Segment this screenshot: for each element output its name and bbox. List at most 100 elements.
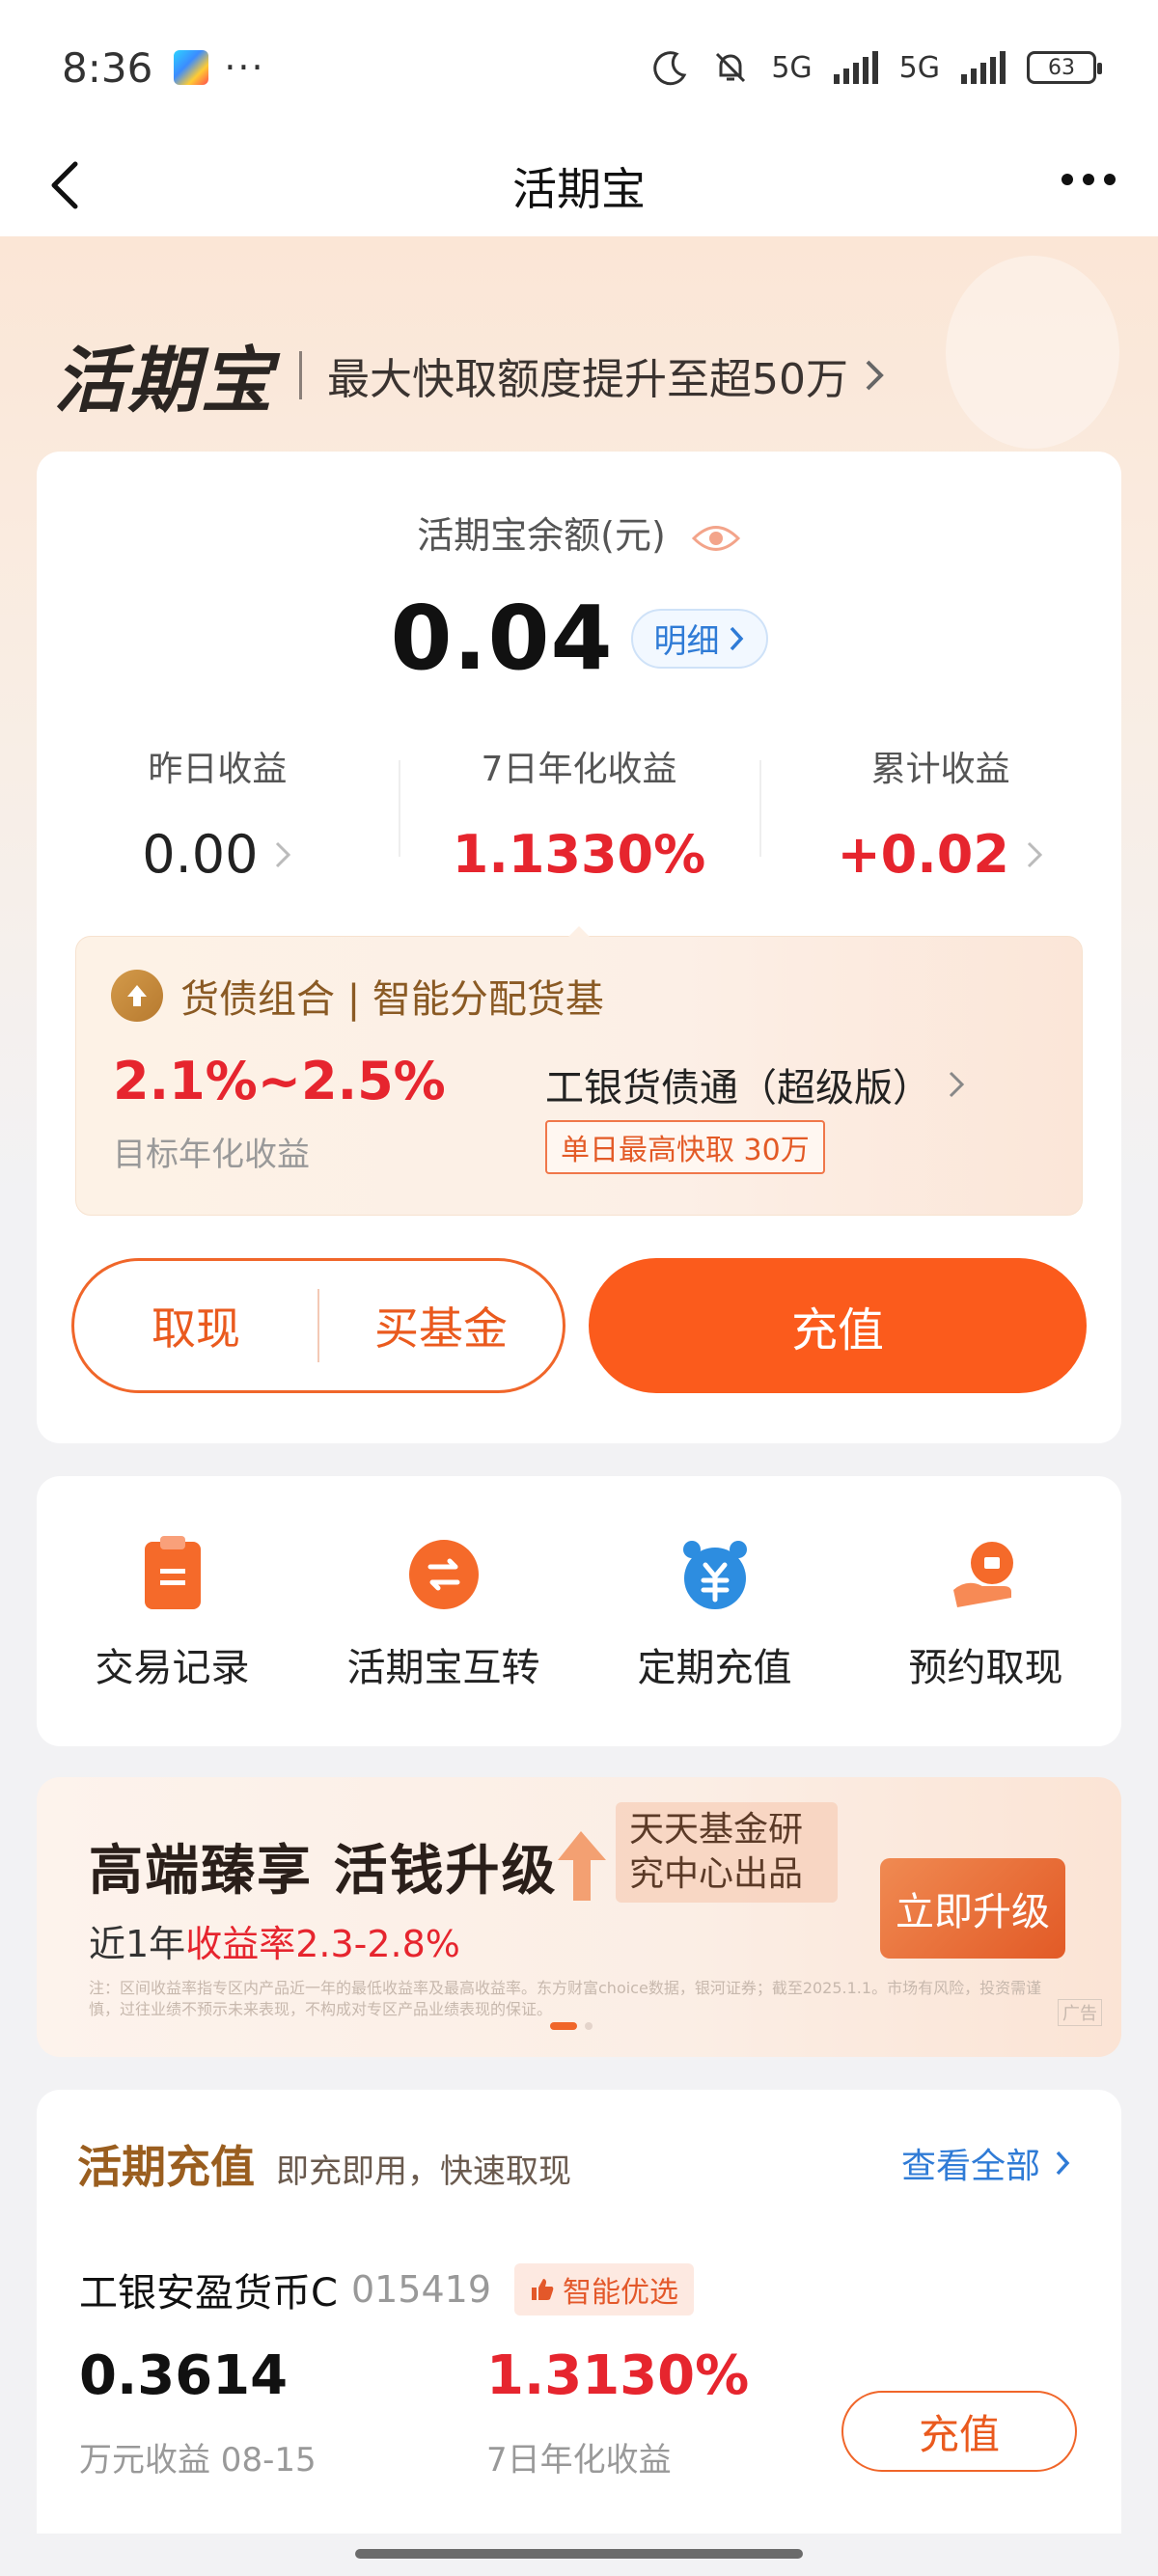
fund-7day-yield-label: 7日年化收益 <box>486 2441 672 2480</box>
network-label-2: 5G <box>898 50 940 85</box>
moneybag-decoration-icon <box>946 256 1119 449</box>
stat-value: 0.00 <box>142 824 259 885</box>
upgrade-button[interactable]: 立即升级 <box>880 1858 1065 1959</box>
combo-header: 货债组合 | 智能分配货基 <box>111 968 604 1024</box>
section-subtitle: 即充即用，快速取现 <box>276 2152 571 2191</box>
balance-label-row: 活期宝余额(元) <box>37 506 1121 559</box>
chevron-right-icon <box>866 360 884 390</box>
fund-charge-button[interactable]: 充值 <box>841 2391 1077 2472</box>
arrow-up-icon <box>111 970 163 1022</box>
mute-bell-icon <box>716 52 746 83</box>
eye-icon[interactable] <box>691 522 741 555</box>
quick-label: 定期充值 <box>637 1646 792 1690</box>
withdraw-buy-buttons: 取现 买基金 <box>71 1258 565 1393</box>
ad-label: 广告 <box>1058 1999 1102 2026</box>
quick-item-transactions[interactable]: 交易记录 <box>37 1476 308 1746</box>
quick-item-reserve-withdraw[interactable]: 预约取现 <box>850 1476 1121 1746</box>
signal-icon-1 <box>833 51 878 84</box>
balance-amount-row: 0.04 明细 <box>37 587 1121 690</box>
smart-pick-badge: 智能优选 <box>514 2263 694 2316</box>
view-all-link[interactable]: 查看全部 <box>901 2138 1071 2188</box>
stat-value: 1.1330% <box>452 824 706 885</box>
charge-button[interactable]: 充值 <box>589 1258 1087 1393</box>
fund-name-row[interactable]: 工银安盈货币C 015419 智能优选 <box>79 2261 694 2317</box>
hero-banner[interactable]: 活期宝 最大快取额度提升至超50万 <box>54 323 889 426</box>
quick-item-scheduled[interactable]: 定期充值 <box>579 1476 850 1746</box>
quick-actions: 交易记录 活期宝互转 定期充值 预约取现 <box>37 1476 1121 1746</box>
balance-label: 活期宝余额(元) <box>417 514 666 557</box>
transfer-icon <box>403 1534 484 1615</box>
back-arrow-icon[interactable] <box>39 156 96 214</box>
hero-divider <box>299 350 302 399</box>
hand-money-icon <box>946 1534 1027 1615</box>
stat-7day-yield: 7日年化收益 1.1330% <box>398 741 760 885</box>
promo-sub-highlight: 收益率2.3-2.8% <box>185 1923 460 1965</box>
nav-bar: 活期宝 <box>0 135 1158 236</box>
withdraw-button[interactable]: 取现 <box>74 1294 317 1357</box>
combo-fund-name: 工银货债通（超级版） <box>545 1056 966 1112</box>
promo-banner[interactable]: 高端臻享 活钱升级 天天基金研究中心出品 近1年收益率2.3-2.8% 立即升级… <box>37 1777 1121 2057</box>
app-store-icon <box>174 50 209 85</box>
quick-label: 交易记录 <box>95 1646 250 1690</box>
chevron-right-icon <box>949 1071 965 1098</box>
promo-subtitle: 近1年收益率2.3-2.8% <box>89 1914 460 1967</box>
network-label-1: 5G <box>771 50 813 85</box>
badge-label: 智能优选 <box>563 2276 678 2310</box>
chevron-right-icon <box>1056 2151 1070 2176</box>
quick-withdraw-badge: 单日最高快取 30万 <box>545 1120 825 1174</box>
earnings-stats: 昨日收益 0.00 7日年化收益 1.1330% 累计收益 +0.02 <box>37 741 1121 885</box>
fund-code: 015419 <box>350 2268 491 2311</box>
arrow-up-icon <box>558 1831 606 1901</box>
signal-icon-2 <box>961 51 1006 84</box>
promo-tag: 天天基金研究中心出品 <box>616 1802 838 1903</box>
chevron-right-icon <box>730 626 743 650</box>
home-indicator[interactable] <box>355 2549 803 2559</box>
quick-label: 活期宝互转 <box>346 1646 540 1690</box>
alarm-clock-yuan-icon <box>675 1534 756 1615</box>
battery-icon: 63 <box>1027 51 1102 84</box>
status-more-icon: ··· <box>224 46 265 89</box>
status-time: 8:36 <box>62 43 153 92</box>
status-bar: 8:36 ··· 5G 5G 63 <box>0 0 1158 135</box>
buy-fund-button[interactable]: 买基金 <box>319 1294 563 1357</box>
per-10k-earnings: 0.3614 <box>79 2344 289 2407</box>
chevron-right-icon <box>1027 841 1043 867</box>
view-all-label: 查看全部 <box>900 2147 1040 2186</box>
stat-value: +0.02 <box>837 824 1009 885</box>
promo-title: 高端臻享 活钱升级 <box>89 1840 558 1903</box>
stat-cumulative[interactable]: 累计收益 +0.02 <box>759 741 1121 885</box>
quick-label: 预约取现 <box>908 1646 1063 1690</box>
hero-slogan: 最大快取额度提升至超50万 <box>327 354 848 404</box>
stat-yesterday[interactable]: 昨日收益 0.00 <box>37 741 399 885</box>
quick-item-transfer[interactable]: 活期宝互转 <box>308 1476 579 1746</box>
fund-name: 工银安盈货币C <box>79 2271 338 2316</box>
carousel-dots <box>550 2022 593 2030</box>
promo-disclaimer: 注：区间收益率指专区内产品近一年的最低收益率及最高收益率。东方财富choice数… <box>89 1979 1042 2018</box>
moon-icon <box>653 51 687 86</box>
detail-label: 明细 <box>653 622 720 661</box>
balance-amount: 0.04 <box>390 587 614 690</box>
chevron-right-icon <box>276 841 291 867</box>
promo-sub-prefix: 近1年 <box>89 1923 186 1965</box>
combo-fund-label: 工银货债通（超级版） <box>545 1066 931 1110</box>
fund-7day-yield: 1.3130% <box>486 2344 750 2407</box>
combo-title: 货债组合 | 智能分配货基 <box>180 977 604 1022</box>
balance-card: 活期宝余额(元) 0.04 明细 昨日收益 0.00 7日年化收益 1.1330… <box>37 452 1121 1443</box>
section-header: 活期充值 即充即用，快速取现 <box>77 2132 571 2196</box>
page-title: 活期宝 <box>512 162 646 215</box>
combo-rate-label: 目标年化收益 <box>113 1136 310 1174</box>
per-10k-earnings-label: 万元收益 08-15 <box>79 2441 317 2480</box>
document-icon <box>132 1534 213 1615</box>
product-logo: 活期宝 <box>54 340 274 423</box>
stat-label: 7日年化收益 <box>481 750 677 789</box>
combo-rate: 2.1%~2.5% <box>113 1051 446 1111</box>
more-menu-icon[interactable] <box>1062 174 1116 185</box>
section-title: 活期充值 <box>77 2141 255 2193</box>
stat-label: 累计收益 <box>870 750 1010 789</box>
current-charge-section: 活期充值 即充即用，快速取现 查看全部 工银安盈货币C 015419 智能优选 … <box>37 2090 1121 2534</box>
thumbs-up-icon <box>532 2279 554 2300</box>
battery-level: 63 <box>1048 55 1075 80</box>
stat-label: 昨日收益 <box>148 750 288 789</box>
detail-button[interactable]: 明细 <box>630 608 768 669</box>
combo-fund-panel[interactable]: 货债组合 | 智能分配货基 2.1%~2.5% 目标年化收益 工银货债通（超级版… <box>75 926 1083 1216</box>
